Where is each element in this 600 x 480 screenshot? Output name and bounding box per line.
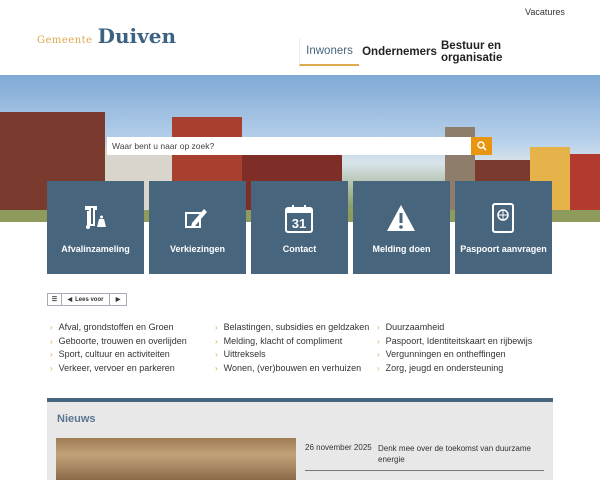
- warning-icon: [387, 205, 415, 231]
- divider: [305, 470, 544, 471]
- ballot-pen-icon: [185, 209, 207, 228]
- chevron-right-icon: ›: [377, 337, 380, 346]
- topic-label: Afval, grondstoffen en Groen: [58, 322, 174, 332]
- play-icon[interactable]: ▶: [110, 294, 126, 305]
- topic-label: Wonen, (ver)bouwen en verhuizen: [223, 363, 362, 373]
- topic-link[interactable]: › Belastingen, subsidies en geldzaken: [215, 322, 369, 332]
- nav-ondernemers[interactable]: Ondernemers: [361, 38, 438, 66]
- readspeaker-bar: ☰ ◀ Lees voor ▶: [47, 293, 127, 306]
- topic-label: Paspoort, Identiteitskaart en rijbewijs: [385, 336, 533, 346]
- passport-icon: [492, 203, 514, 233]
- topic-link[interactable]: › Sport, cultuur en activiteiten: [50, 349, 170, 359]
- topic-link[interactable]: › Melding, klacht of compliment: [215, 336, 342, 346]
- news-title: Nieuws: [57, 413, 96, 425]
- search-icon: [476, 141, 487, 151]
- waste-bin-icon: [85, 206, 106, 229]
- news-image[interactable]: [56, 438, 296, 480]
- chevron-right-icon: ›: [50, 364, 53, 373]
- chevron-right-icon: ›: [50, 323, 53, 332]
- chevron-right-icon: ›: [215, 350, 218, 359]
- tile-verkiezingen[interactable]: Verkiezingen: [149, 181, 246, 274]
- topic-link[interactable]: › Duurzaamheid: [377, 322, 444, 332]
- topic-label: Belastingen, subsidies en geldzaken: [223, 322, 370, 332]
- search-button[interactable]: [471, 137, 492, 155]
- menu-icon[interactable]: ☰: [48, 294, 62, 305]
- logo-prefix: Gemeente: [37, 35, 93, 46]
- topic-label: Uittreksels: [223, 349, 266, 359]
- tile-melding-doen[interactable]: Melding doen: [353, 181, 450, 274]
- lees-voor-button[interactable]: ◀ Lees voor: [62, 294, 110, 305]
- tile-paspoort-aanvragen[interactable]: Paspoort aanvragen: [455, 181, 552, 274]
- tile-contact[interactable]: 31 Contact: [251, 181, 348, 274]
- chevron-right-icon: ›: [215, 323, 218, 332]
- topic-label: Vergunningen en ontheffingen: [385, 349, 506, 359]
- topic-link[interactable]: › Uittreksels: [215, 349, 266, 359]
- topic-label: Verkeer, vervoer en parkeren: [58, 363, 175, 373]
- nav-inwoners[interactable]: Inwoners: [299, 38, 359, 66]
- tile-label: Melding doen: [372, 244, 431, 254]
- lees-voor-label: Lees voor: [75, 296, 104, 303]
- chevron-right-icon: ›: [50, 350, 53, 359]
- tile-label: Verkiezingen: [169, 244, 226, 254]
- topic-link[interactable]: › Zorg, jeugd en ondersteuning: [377, 363, 503, 373]
- logo[interactable]: Gemeente Duiven: [37, 24, 176, 48]
- topic-link[interactable]: › Paspoort, Identiteitskaart en rijbewijs: [377, 336, 532, 346]
- vacatures-link[interactable]: Vacatures: [525, 7, 565, 17]
- chevron-right-icon: ›: [377, 364, 380, 373]
- topic-link[interactable]: › Afval, grondstoffen en Groen: [50, 322, 174, 332]
- tile-afvalinzameling[interactable]: Afvalinzameling: [47, 181, 144, 274]
- topic-label: Duurzaamheid: [385, 322, 445, 332]
- svg-text:31: 31: [292, 216, 306, 231]
- logo-name: Duiven: [97, 24, 176, 48]
- topic-link[interactable]: › Verkeer, vervoer en parkeren: [50, 363, 175, 373]
- news-date: 26 november 2025: [305, 443, 372, 452]
- speaker-icon: ◀: [67, 297, 73, 303]
- nav-bestuur[interactable]: Bestuur en organisatie: [441, 38, 561, 66]
- calendar-icon: 31: [285, 205, 313, 233]
- topic-label: Melding, klacht of compliment: [223, 336, 343, 346]
- topic-label: Geboorte, trouwen en overlijden: [58, 336, 187, 346]
- news-item-link[interactable]: Denk mee over de toekomst van duurzame e…: [378, 443, 548, 465]
- chevron-right-icon: ›: [215, 337, 218, 346]
- topic-link[interactable]: › Vergunningen en ontheffingen: [377, 349, 506, 359]
- search-input[interactable]: Waar bent u naar op zoek?: [107, 137, 471, 155]
- chevron-right-icon: ›: [377, 323, 380, 332]
- topic-link[interactable]: › Geboorte, trouwen en overlijden: [50, 336, 187, 346]
- tile-label: Afvalinzameling: [61, 244, 130, 254]
- tile-label: Paspoort aanvragen: [460, 244, 547, 254]
- chevron-right-icon: ›: [377, 350, 380, 359]
- topic-label: Zorg, jeugd en ondersteuning: [385, 363, 504, 373]
- topic-link[interactable]: › Wonen, (ver)bouwen en verhuizen: [215, 363, 361, 373]
- chevron-right-icon: ›: [50, 337, 53, 346]
- chevron-right-icon: ›: [215, 364, 218, 373]
- topic-label: Sport, cultuur en activiteiten: [58, 349, 170, 359]
- tile-label: Contact: [282, 244, 317, 254]
